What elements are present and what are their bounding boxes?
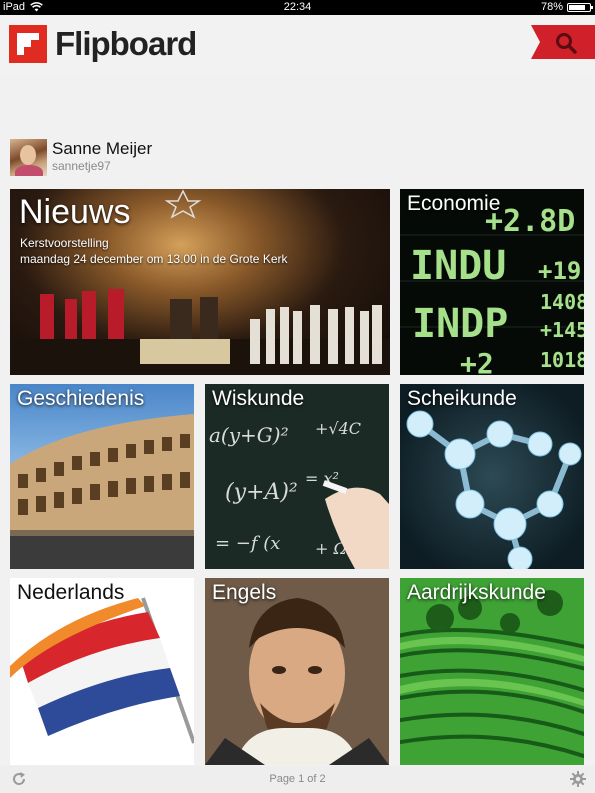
avatar[interactable] [10,139,47,176]
user-name[interactable]: Sanne Meijer [52,139,152,159]
colosseum-photo [10,414,194,569]
tile-title-aardrijkskunde: Aardrijkskunde [407,581,546,604]
gear-icon[interactable] [570,771,586,787]
economie-ticker-photo: +2.8D INDU +19 INDP 1408 +145 1018 +2 [400,204,584,375]
svg-text:INDP: INDP [412,301,508,347]
svg-text:+2: +2 [460,347,494,375]
tile-engels[interactable]: Engels [205,578,389,765]
app-header: Flipboard [0,15,595,75]
nieuws-subtitle-line2: maandag 24 december om 13.00 in de Grote… [20,252,288,266]
status-right: 78% [540,1,593,13]
svg-text:a(y+G)²: a(y+G)² [209,423,289,447]
nieuws-subtitle: Kerstvoorstelling maandag 24 december om… [20,235,288,267]
svg-text:+√4C: +√4C [315,419,361,438]
tile-title-wiskunde: Wiskunde [212,387,305,410]
footer-bar: Page 1 of 2 [0,766,595,793]
tile-title-nederlands: Nederlands [17,581,125,604]
tile-title-economie: Economie [407,192,501,215]
tile-nederlands[interactable]: Nederlands [10,578,194,765]
user-handle: sannetje97 [52,159,111,173]
molecule-photo [406,410,582,569]
tile-aardrijkskunde[interactable]: Aardrijkskunde [400,578,584,765]
svg-text:1408: 1408 [540,290,584,314]
battery-fill [569,4,585,10]
clock: 22:34 [283,1,312,13]
search-icon [556,33,577,54]
tile-nieuws[interactable]: Nieuws Kerstvoorstelling maandag 24 dece… [10,189,390,375]
tile-title-geschiedenis: Geschiedenis [17,387,145,410]
svg-text:(y+A)²: (y+A)² [225,480,298,505]
tile-title-nieuws: Nieuws [19,193,131,231]
svg-text:INDU: INDU [410,243,506,289]
nieuws-subtitle-line1: Kerstvoorstelling [20,236,109,250]
search-button[interactable] [531,25,595,59]
tile-title-engels: Engels [212,581,277,604]
battery-percent: 78% [540,1,563,13]
svg-text:1018: 1018 [540,348,584,372]
battery-icon [567,2,593,12]
svg-text:+19: +19 [538,257,581,285]
tile-wiskunde[interactable]: a(y+G)² +√4C (y+A)² = x² = −f (x + Ω Wis… [205,384,389,569]
svg-text:= −f (x: = −f (x [215,533,280,554]
tile-scheikunde[interactable]: Scheikunde [400,384,584,569]
tile-title-scheikunde: Scheikunde [407,387,517,410]
tile-geschiedenis[interactable]: Geschiedenis [10,384,194,569]
shakespeare-portrait [205,578,389,765]
chalkboard-photo: a(y+G)² +√4C (y+A)² = x² = −f (x + Ω [209,419,389,569]
flipboard-logo-icon [9,25,47,63]
dutch-flag-photo [10,597,194,744]
svg-text:+145: +145 [540,318,584,342]
page-indicator: Page 1 of 2 [269,773,326,785]
tile-economie[interactable]: +2.8D INDU +19 INDP 1408 +145 1018 +2 Ec… [400,189,584,375]
rice-terraces-photo [400,578,584,765]
app-title: Flipboard [55,25,197,62]
status-bar: iPad 22:34 78% [0,0,595,15]
